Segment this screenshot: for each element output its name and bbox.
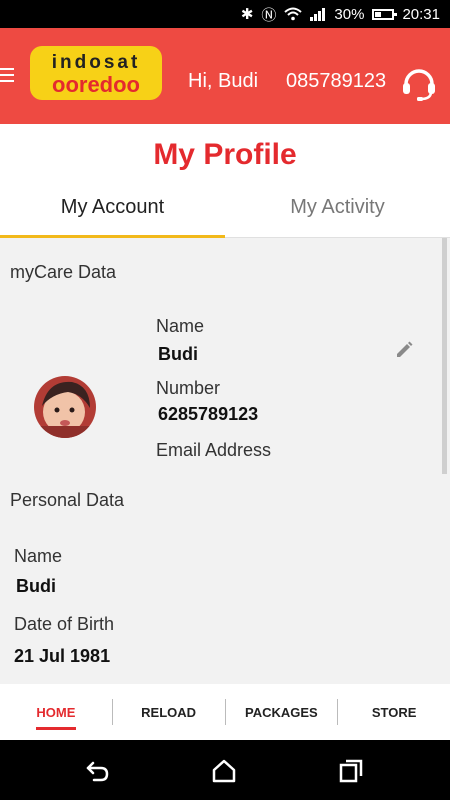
tab-my-activity[interactable]: My Activity	[225, 184, 450, 237]
personal-name-value: Budi	[16, 576, 56, 596]
personal-dob-label: Date of Birth	[14, 614, 115, 634]
status-bar: ✱ Ⓝ 30% 20:31	[0, 0, 450, 28]
tab-my-account[interactable]: My Account	[0, 184, 225, 238]
battery-icon	[372, 8, 398, 20]
clock-time: 20:31	[402, 5, 440, 23]
mycare-data-heading: myCare Data	[10, 262, 117, 282]
headset-icon[interactable]	[400, 64, 438, 102]
edit-pencil-icon[interactable]	[394, 340, 414, 360]
menu-icon[interactable]	[0, 68, 14, 82]
mycare-number-label: Number	[156, 378, 221, 398]
bluetooth-icon: ✱	[240, 6, 254, 23]
back-icon[interactable]	[84, 758, 110, 784]
avatar	[34, 376, 96, 438]
nav-store[interactable]: STORE	[338, 705, 450, 720]
personal-dob-value: 21 Jul 1981	[14, 646, 111, 666]
mycare-name-label: Name	[156, 316, 205, 336]
mycare-email-label: Email Address	[156, 440, 272, 460]
recent-apps-icon[interactable]	[338, 758, 364, 784]
mycare-name-value: Budi	[158, 344, 198, 364]
nav-reload[interactable]: RELOAD	[113, 705, 225, 720]
profile-content[interactable]: myCare Data Name Budi Number 6285789123 …	[0, 238, 450, 684]
avatar-photo	[34, 376, 96, 438]
title-area: My Profile	[0, 124, 450, 184]
wifi-icon	[284, 7, 303, 21]
scrollbar[interactable]	[442, 238, 447, 474]
personal-data-heading: Personal Data	[10, 490, 125, 510]
logo-top-text: indosat	[52, 52, 141, 73]
logo-bottom-text: ooredoo	[52, 72, 140, 97]
personal-name-label: Name	[14, 546, 63, 566]
status-icons: ✱ Ⓝ 30% 20:31	[241, 0, 440, 28]
app-header: indosat ooredoo Hi, Budi 085789123	[0, 28, 450, 124]
home-icon[interactable]	[211, 758, 237, 784]
greeting-text: Hi, Budi	[188, 70, 259, 92]
battery-percentage: 30%	[334, 5, 365, 23]
nav-packages[interactable]: PACKAGES	[226, 705, 338, 720]
mycare-number-value: 6285789123	[158, 404, 259, 424]
bottom-nav: HOME RELOAD PACKAGES STORE	[0, 684, 450, 740]
nav-home[interactable]: HOME	[0, 705, 112, 730]
phone-number: 085789123	[286, 70, 387, 92]
cell-signal-icon	[310, 8, 326, 21]
nfc-icon: Ⓝ	[261, 6, 277, 24]
profile-tabs: My Account My Activity	[0, 184, 450, 238]
indosat-ooredoo-logo: indosat ooredoo	[30, 46, 162, 100]
page-title: My Profile	[153, 138, 297, 171]
system-nav-bar	[0, 740, 450, 800]
